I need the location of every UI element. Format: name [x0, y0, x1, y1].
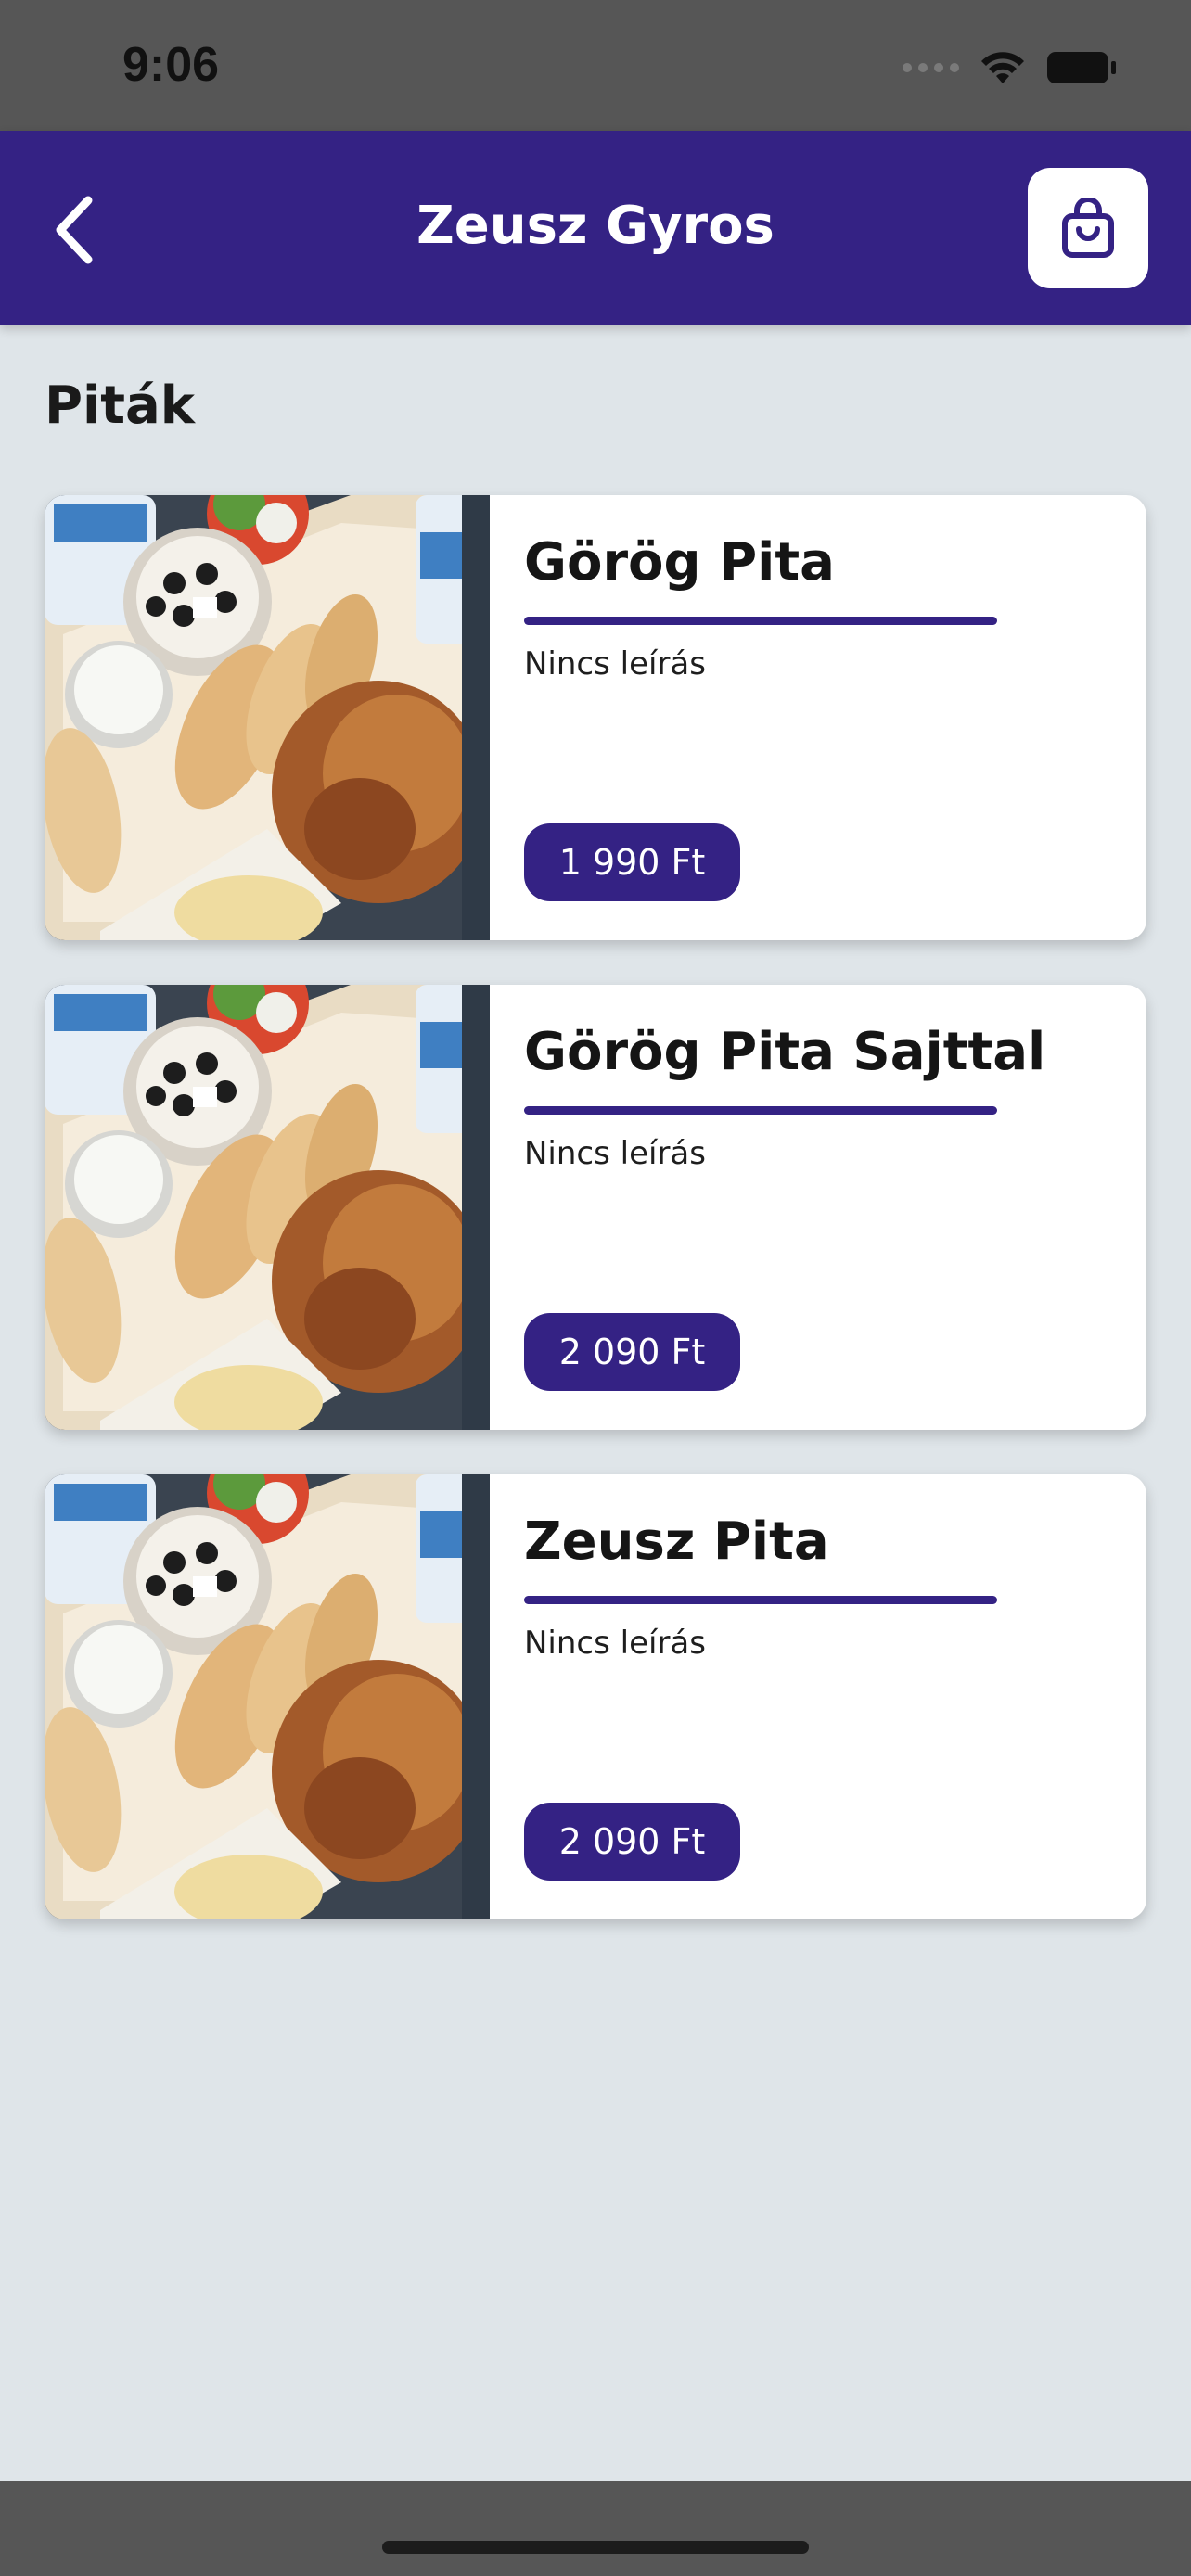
- product-image: [45, 1474, 490, 1919]
- shopping-bag-icon: [1062, 198, 1114, 258]
- product-image: [45, 985, 490, 1430]
- title-underline: [524, 617, 997, 625]
- status-time: 9:06: [122, 38, 220, 92]
- app-header: Zeusz Gyros: [0, 131, 1191, 325]
- product-description: Nincs leírás: [524, 645, 706, 682]
- wifi-icon: [980, 50, 1026, 85]
- product-description: Nincs leírás: [524, 1625, 706, 1662]
- page-title: Zeusz Gyros: [416, 196, 775, 256]
- product-name: Zeusz Pita: [524, 1511, 829, 1572]
- product-name: Görög Pita Sajttal: [524, 1022, 1046, 1082]
- price-badge: 1 990 Ft: [524, 823, 740, 901]
- product-card[interactable]: Görög Pita Sajttal Nincs leírás 2 090 Ft: [45, 985, 1146, 1430]
- product-card[interactable]: Görög Pita Nincs leírás 1 990 Ft: [45, 495, 1146, 940]
- price-badge: 2 090 Ft: [524, 1803, 740, 1881]
- price-badge: 2 090 Ft: [524, 1313, 740, 1391]
- status-bar: 9:06: [0, 0, 1191, 131]
- home-indicator[interactable]: [382, 2541, 809, 2554]
- section-title: Piták: [45, 376, 196, 436]
- cellular-signal-icon: [903, 63, 959, 72]
- title-underline: [524, 1106, 997, 1115]
- product-description: Nincs leírás: [524, 1135, 706, 1172]
- product-image: [45, 495, 490, 940]
- product-name: Görög Pita: [524, 532, 835, 593]
- status-icons: [903, 46, 1117, 89]
- battery-icon: [1046, 51, 1117, 84]
- cart-button[interactable]: [1028, 168, 1148, 288]
- bottom-bar: [0, 2481, 1191, 2576]
- product-card[interactable]: Zeusz Pita Nincs leírás 2 090 Ft: [45, 1474, 1146, 1919]
- title-underline: [524, 1596, 997, 1604]
